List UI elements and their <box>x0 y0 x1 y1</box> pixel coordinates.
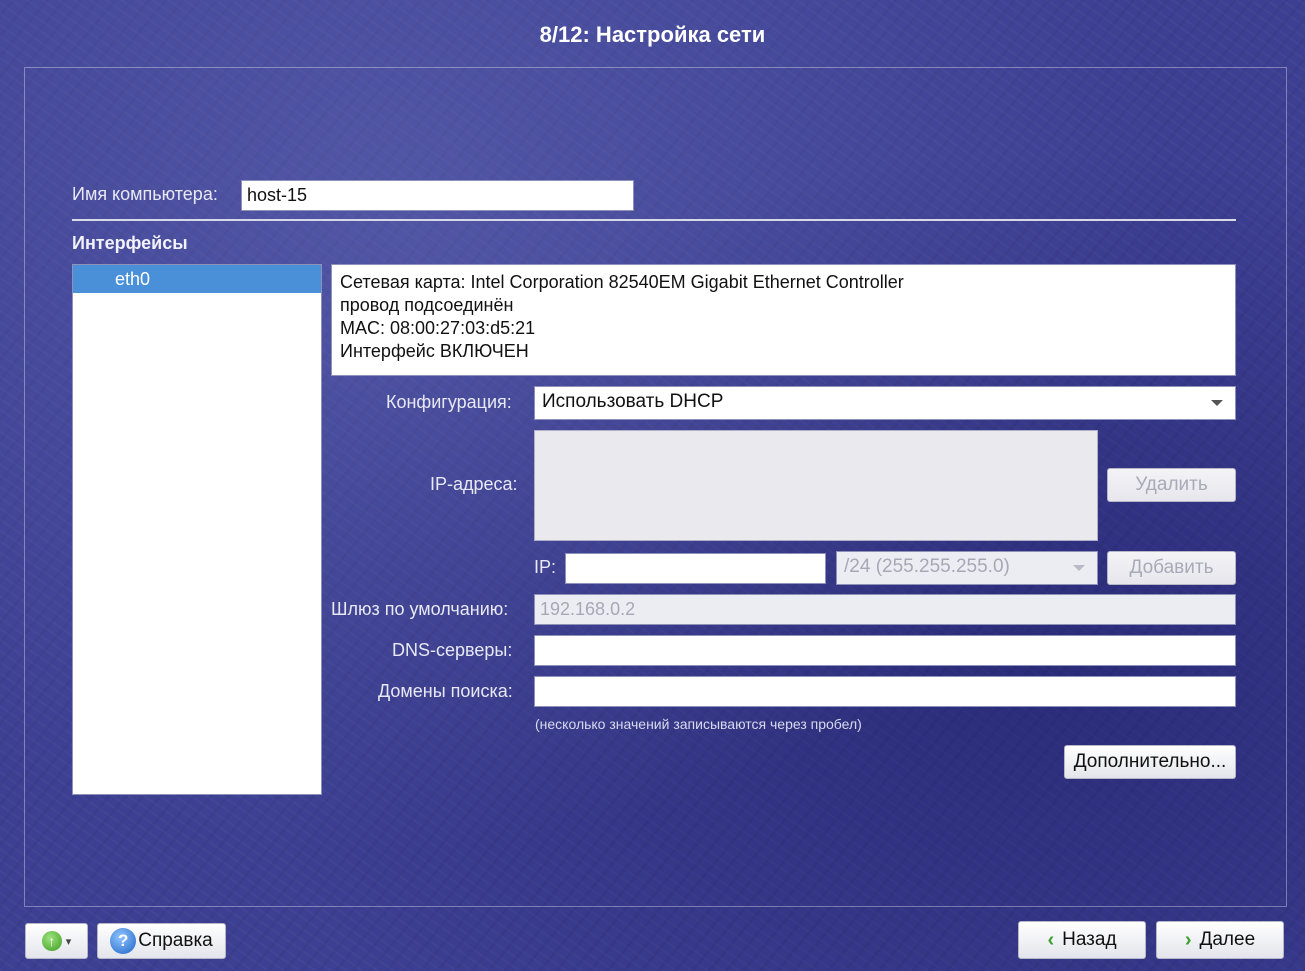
hostname-label: Имя компьютера: <box>72 184 218 204</box>
interface-info-box: Сетевая карта: Intel Corporation 82540EM… <box>331 264 1236 376</box>
info-line-mac: MAC: 08:00:27:03:d5:21 <box>340 318 536 338</box>
next-button-label: Далее <box>1199 929 1256 950</box>
gateway-input[interactable] <box>534 594 1236 625</box>
chevron-right-icon: › <box>1184 928 1192 951</box>
back-button[interactable]: ‹ Назад <box>1018 921 1146 959</box>
info-line-card: Сетевая карта: Intel Corporation 82540EM… <box>340 272 904 292</box>
search-domains-hint: (несколько значений записываются через п… <box>535 716 862 732</box>
config-select-value: Использовать DHCP <box>542 391 724 412</box>
ip-input[interactable] <box>565 553 826 584</box>
dns-input[interactable] <box>534 635 1236 666</box>
chevron-left-icon: ‹ <box>1047 928 1055 951</box>
gateway-label: Шлюз по умолчанию: <box>331 599 509 619</box>
page-title: 8/12: Настройка сети <box>539 22 766 47</box>
next-button[interactable]: › Далее <box>1156 921 1284 959</box>
search-domains-input[interactable] <box>534 676 1236 707</box>
help-button[interactable]: ? Справка <box>97 923 226 959</box>
delete-button[interactable]: Удалить <box>1107 468 1236 502</box>
advanced-button[interactable]: Дополнительно... <box>1064 745 1236 779</box>
info-line-state: Интерфейс ВКЛЮЧЕН <box>340 341 529 361</box>
info-line-link: провод подсоединён <box>340 295 514 315</box>
dns-label: DNS-серверы: <box>392 640 513 660</box>
chevron-down-icon <box>1211 400 1223 406</box>
back-button-label: Назад <box>1062 929 1117 950</box>
interface-list[interactable]: eth0 <box>72 264 322 795</box>
help-button-label: Справка <box>138 930 213 951</box>
ip-addresses-label: IP-адреса: <box>430 474 518 494</box>
config-select[interactable]: Использовать DHCP <box>534 386 1236 420</box>
ip-label: IP: <box>534 557 557 577</box>
chevron-down-icon <box>1073 565 1085 571</box>
interfaces-title: Интерфейсы <box>72 233 188 253</box>
menu-button[interactable]: ↑ ▾ <box>25 923 88 959</box>
add-button[interactable]: Добавить <box>1107 551 1236 585</box>
hostname-input[interactable] <box>241 180 634 211</box>
separator <box>72 219 1236 221</box>
netmask-select-value: /24 (255.255.255.0) <box>844 556 1010 577</box>
interface-item-eth0[interactable]: eth0 <box>73 265 321 293</box>
config-label: Конфигурация: <box>386 392 512 412</box>
ip-address-list[interactable] <box>534 430 1098 541</box>
caret-down-icon: ▾ <box>65 935 72 948</box>
arrow-up-icon: ↑ <box>41 931 62 951</box>
netmask-select[interactable]: /24 (255.255.255.0) <box>836 551 1098 585</box>
search-domains-label: Домены поиска: <box>378 681 513 701</box>
help-icon: ? <box>110 928 137 954</box>
